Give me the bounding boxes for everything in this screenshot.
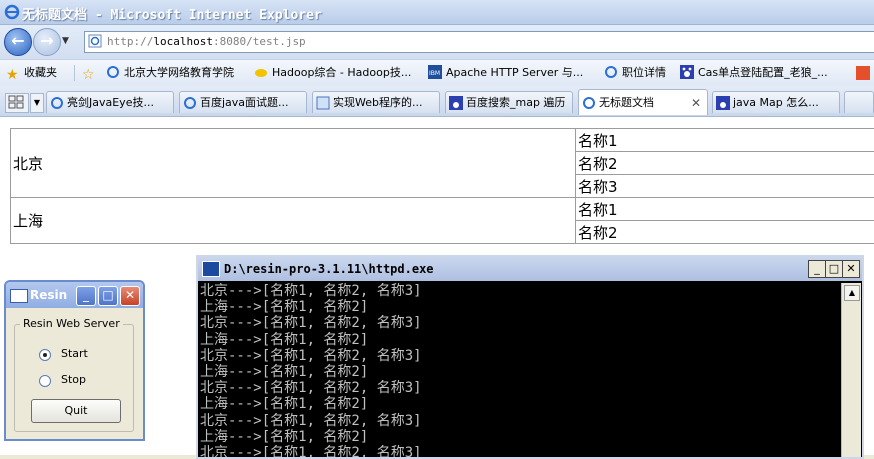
web-page-icon <box>316 96 330 110</box>
favorite-link-5[interactable]: Cas单点登陆配置_老狼_... <box>680 64 828 82</box>
close-button[interactable]: ✕ <box>120 286 140 306</box>
console-line: 上海--->[名称1, 名称2] <box>200 429 842 445</box>
separator <box>74 65 75 81</box>
start-label: Start <box>61 347 88 360</box>
favorite-link-2[interactable]: Hadoop综合 - Hadoop技... <box>254 64 411 82</box>
close-tab-icon[interactable]: ✕ <box>691 90 701 115</box>
console-line: 上海--->[名称1, 名称2] <box>200 299 842 315</box>
console-line: 北京--->[名称1, 名称2, 名称3] <box>200 315 842 331</box>
console-line: 北京--->[名称1, 名称2, 名称3] <box>200 413 842 429</box>
tab-java-map[interactable]: java Map 怎么... <box>712 91 840 113</box>
paw-icon <box>716 96 730 110</box>
group-label: Resin Web Server <box>20 317 123 330</box>
quit-button[interactable]: Quit <box>31 399 121 423</box>
scroll-up-icon[interactable]: ▲ <box>844 285 860 301</box>
forward-button[interactable]: → <box>33 28 61 56</box>
ie-logo-icon <box>4 4 20 20</box>
add-favorite-icon[interactable]: ☆ <box>82 64 100 82</box>
console-line: 北京--->[名称1, 名称2, 名称3] <box>200 283 842 299</box>
console-window: D:\resin-pro-3.1.11\httpd.exe _ □ ✕ 北京--… <box>196 255 864 459</box>
ibm-icon: IBM <box>428 65 442 79</box>
console-line: 北京--->[名称1, 名称2, 名称3] <box>200 380 842 396</box>
resin-title: Resin <box>30 288 67 302</box>
resin-window: Resin _ □ ✕ Resin Web Server Start Stop … <box>4 280 145 441</box>
new-tab-button[interactable] <box>844 91 874 113</box>
address-row: ← → ▼ http://localhost:8080/test.jsp <box>0 25 874 59</box>
favorites-button[interactable]: ★收藏夹 <box>6 64 57 82</box>
resin-server-group: Resin Web Server Start Stop Quit <box>14 324 134 432</box>
tab-untitled-active[interactable]: 无标题文档 ✕ <box>578 89 708 115</box>
window-icon <box>10 289 28 303</box>
console-line: 上海--->[名称1, 名称2] <box>200 396 842 412</box>
hadoop-icon <box>254 65 268 79</box>
ie-page-icon <box>582 96 596 110</box>
favorite-link-4[interactable]: 职位详情 <box>604 64 666 82</box>
url-text: http://localhost:8080/test.jsp <box>107 35 306 48</box>
tab-bar: ▼ 亮剑JavaEye技... 百度java面试题... 实现Web程序的...… <box>0 86 874 117</box>
console-title-bar[interactable]: D:\resin-pro-3.1.11\httpd.exe _ □ ✕ <box>198 257 862 281</box>
stop-label: Stop <box>61 373 86 386</box>
start-radio[interactable] <box>39 349 51 361</box>
map-table: 北京 名称1 名称2 名称3 上海 名称1 名称2 <box>10 128 874 244</box>
console-line: 北京--->[名称1, 名称2, 名称3] <box>200 445 842 457</box>
console-scrollbar[interactable]: ▲ <box>841 283 861 457</box>
favorite-link-1[interactable]: 北京大学网络教育学院 <box>106 64 234 82</box>
tab-list-dropdown-icon[interactable]: ▼ <box>30 93 44 113</box>
stop-radio[interactable] <box>39 375 51 387</box>
close-button[interactable]: ✕ <box>842 260 860 278</box>
console-output: 北京--->[名称1, 名称2, 名称3] 上海--->[名称1, 名称2] 北… <box>198 283 842 457</box>
browser-title-bar: 无标题文档 - Microsoft Internet Explorer <box>0 0 874 25</box>
favorites-bar: ★收藏夹 ☆ 北京大学网络教育学院 Hadoop综合 - Hadoop技... … <box>0 59 874 86</box>
ie-page-icon <box>604 65 618 79</box>
address-field[interactable]: http://localhost:8080/test.jsp <box>84 31 874 53</box>
table-row: 北京 名称1 <box>11 129 874 152</box>
console-app-icon <box>202 261 220 277</box>
name-cell: 名称1 <box>576 129 874 152</box>
tab-java-interview[interactable]: 百度java面试题... <box>179 91 307 113</box>
name-cell: 名称1 <box>576 198 874 221</box>
history-dropdown-icon[interactable]: ▼ <box>62 37 70 45</box>
city-cell: 北京 <box>11 129 576 198</box>
quick-tabs-icon[interactable] <box>5 93 29 113</box>
console-title: D:\resin-pro-3.1.11\httpd.exe <box>224 262 434 276</box>
toolbar-overflow-icon[interactable] <box>856 66 870 80</box>
ie-page-icon <box>183 96 197 110</box>
name-cell: 名称2 <box>576 152 874 175</box>
ie-page-icon <box>106 65 120 79</box>
name-cell: 名称2 <box>576 221 874 244</box>
maximize-button[interactable]: □ <box>825 260 843 278</box>
table-row: 上海 名称1 <box>11 198 874 221</box>
ie-page-icon <box>88 34 102 48</box>
svg-text:IBM: IBM <box>429 70 440 77</box>
ie-page-icon <box>50 96 64 110</box>
maximize-button[interactable]: □ <box>98 286 118 306</box>
city-cell: 上海 <box>11 198 576 244</box>
tab-baidu-search[interactable]: 百度搜索_map 遍历 <box>445 91 573 113</box>
back-button[interactable]: ← <box>4 28 32 56</box>
tab-javaeye[interactable]: 亮剑JavaEye技... <box>46 91 174 113</box>
paw-icon <box>680 65 694 79</box>
resin-title-bar[interactable]: Resin _ □ ✕ <box>6 282 143 308</box>
tab-web-program[interactable]: 实现Web程序的... <box>312 91 440 113</box>
console-line: 北京--->[名称1, 名称2, 名称3] <box>200 348 842 364</box>
minimize-button[interactable]: _ <box>808 260 826 278</box>
browser-title: 无标题文档 - Microsoft Internet Explorer <box>22 4 322 23</box>
paw-icon <box>449 96 463 110</box>
star-icon: ★ <box>6 68 20 82</box>
favorite-link-3[interactable]: IBMApache HTTP Server 与... <box>428 64 583 82</box>
name-cell: 名称3 <box>576 175 874 198</box>
console-line: 上海--->[名称1, 名称2] <box>200 332 842 348</box>
console-line: 上海--->[名称1, 名称2] <box>200 364 842 380</box>
minimize-button[interactable]: _ <box>76 286 96 306</box>
